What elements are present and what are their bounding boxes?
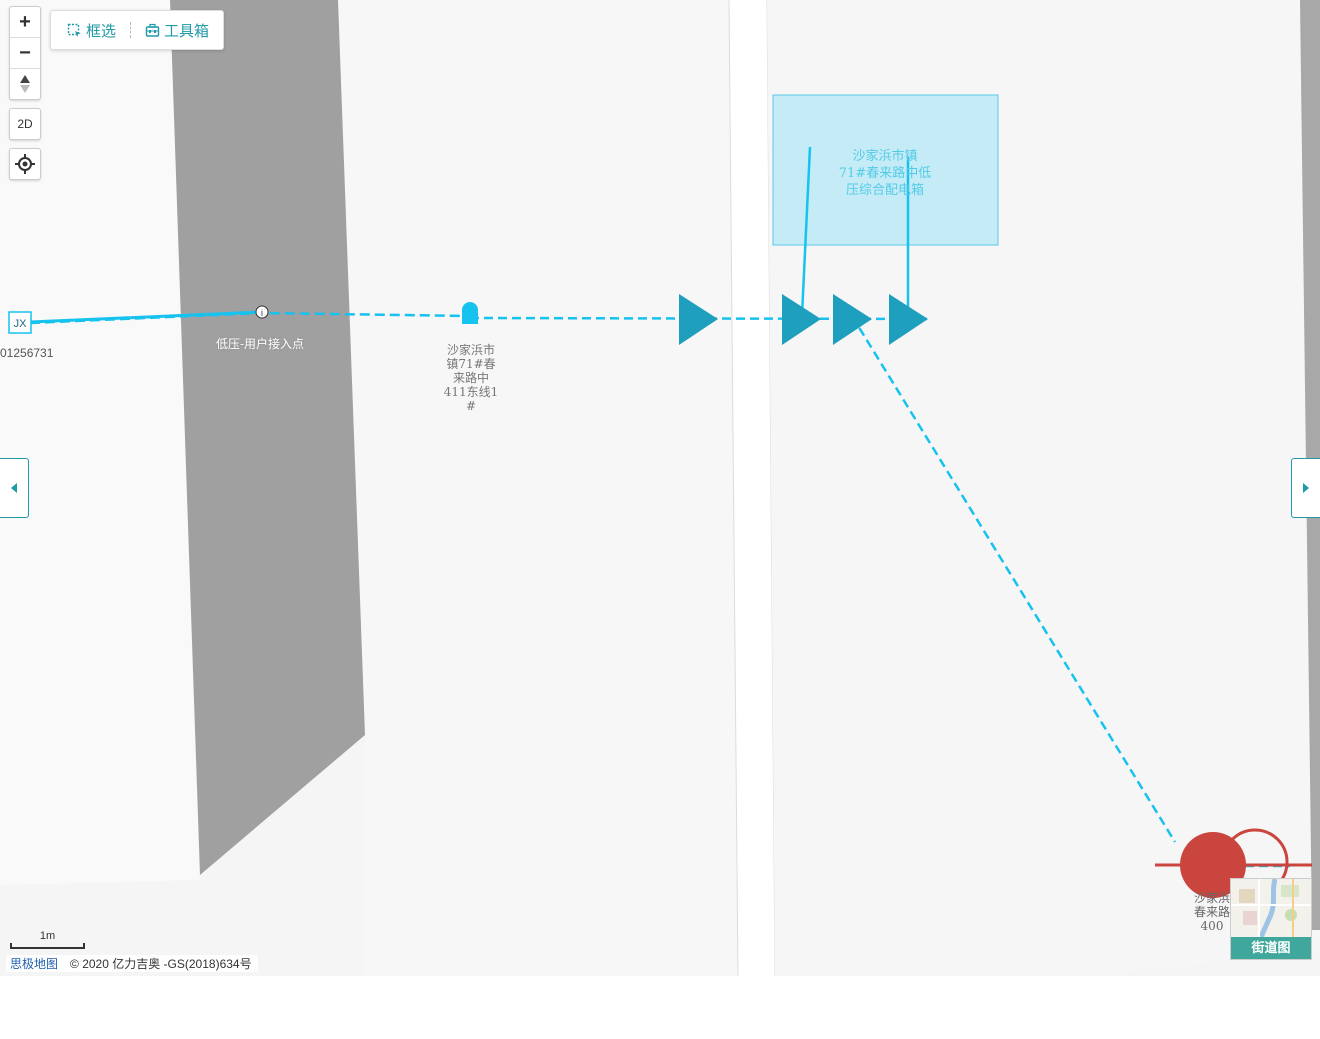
line-label-row: 镇71#春 [446, 357, 496, 371]
toolbar-divider [130, 22, 132, 38]
scale-label: 1m [39, 930, 56, 942]
toolbox-button[interactable]: 工具箱 [145, 20, 209, 41]
zoom-out-button[interactable]: − [10, 37, 40, 68]
scale-bar: 1m [10, 930, 85, 949]
map-canvas[interactable]: JX i [0, 0, 1320, 976]
right-panel-toggle[interactable] [1291, 458, 1320, 518]
map-area-center [338, 0, 738, 976]
access-point-label: 低压-用户接入点 [215, 337, 305, 351]
map-view[interactable]: JX i 01256731 低压-用户接入点 沙家浜市 镇71#春 来路中 41… [0, 0, 1320, 976]
box-select-button[interactable]: 框选 [67, 20, 116, 41]
building[interactable] [170, 0, 365, 875]
distribution-box-label: 沙家浜市镇 71#春来路中低 压综合配电箱 [820, 148, 950, 199]
compass-button[interactable] [10, 68, 40, 99]
box-label-row: 沙家浜市镇 [852, 149, 918, 164]
view-mode-button[interactable]: 2D [9, 108, 41, 140]
basemap-thumbnail [1231, 879, 1311, 939]
caret-left-icon [11, 483, 17, 493]
caret-right-icon [1303, 483, 1309, 493]
transformer-label-row: 春来路 [1193, 905, 1230, 919]
line-label-row: 411东线1 [443, 385, 499, 399]
jx-marker-text: JX [14, 318, 28, 330]
transformer-label-row: 沙家浜 [1193, 891, 1230, 905]
map-brand-link[interactable]: 思极地图 [6, 955, 62, 972]
attribution: 思极地图 © 2020 亿力吉奥 -GS(2018)634号 [6, 955, 258, 972]
locate-button[interactable] [9, 148, 41, 180]
toolbox-label: 工具箱 [164, 22, 210, 40]
box-label-row: 71#春来路中低 [838, 166, 932, 181]
zoom-in-button[interactable]: + [10, 7, 40, 37]
box-select-icon [67, 23, 81, 37]
box-label-row: 压综合配电箱 [845, 183, 924, 198]
zoom-control: + − [9, 6, 41, 100]
locate-icon [15, 154, 35, 174]
toolbar: 框选 工具箱 [50, 10, 225, 50]
copyright-text: © 2020 亿力吉奥 -GS(2018)634号 [70, 957, 252, 971]
line-label-row: 来路中 [452, 371, 489, 385]
line-label-row: # [465, 399, 477, 413]
feature-id-label: 01256731 [0, 346, 54, 360]
box-select-label: 框选 [86, 22, 117, 40]
transformer-label-row: 400 [1200, 919, 1224, 933]
left-panel-toggle[interactable] [0, 458, 29, 518]
line-label-row: 沙家浜市 [446, 343, 495, 357]
scale-line [10, 943, 85, 949]
toolbox-icon [145, 23, 160, 37]
basemap-label: 街道图 [1231, 937, 1311, 959]
line-label: 沙家浜市 镇71#春 来路中 411东线1 # [436, 343, 506, 413]
transformer-label: 沙家浜 春来路 400 [1188, 891, 1236, 933]
pole-marker-base [462, 310, 478, 324]
basemap-switcher[interactable]: 街道图 [1230, 878, 1312, 960]
compass-icon [20, 75, 30, 93]
access-point-marker-text: i [261, 308, 263, 318]
